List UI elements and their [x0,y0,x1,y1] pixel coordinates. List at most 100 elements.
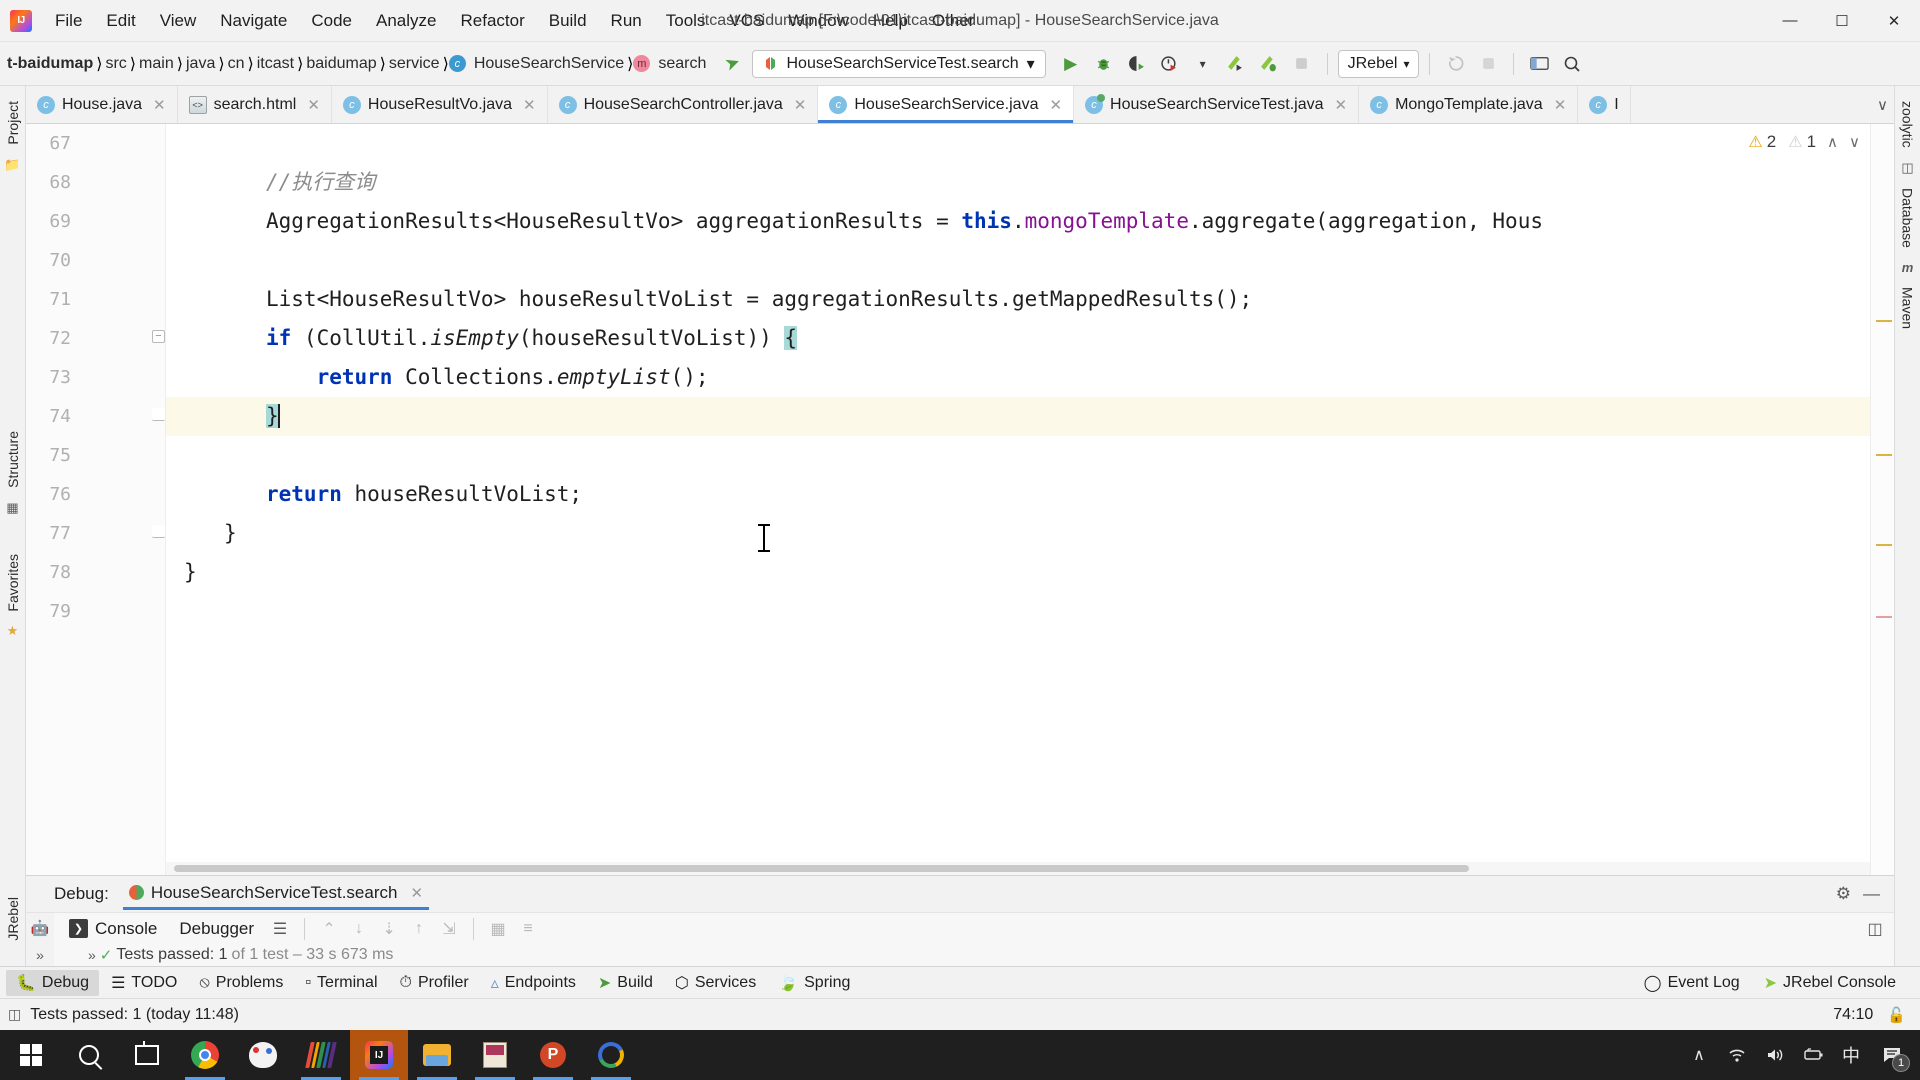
stop-button[interactable] [1287,49,1317,79]
close-tab-icon[interactable]: ✕ [1049,96,1062,114]
taskbar-notes-app[interactable] [466,1030,524,1080]
breadcrumb-project[interactable]: t-baidumap [4,53,96,75]
code-line-70[interactable] [166,241,1894,280]
taskbar-search-button[interactable] [60,1030,118,1080]
editor-tab-mongotemplate-java[interactable]: c MongoTemplate.java ✕ [1359,86,1579,123]
maximize-button[interactable]: ☐ [1816,0,1868,42]
breadcrumb-main[interactable]: main [136,53,177,75]
code-text-area[interactable]: //执行查询 AggregationResults<HouseResultVo>… [166,124,1894,875]
caret-position-indicator[interactable]: 74:10 [1833,1006,1873,1024]
editor-tab-houseresultvo-java[interactable]: c HouseResultVo.java ✕ [332,86,548,123]
gear-icon[interactable]: ⚙ [1836,884,1851,904]
menu-code[interactable]: Code [300,8,363,34]
expand-results-icon[interactable]: » [88,947,96,963]
search-everywhere-button[interactable] [1557,49,1587,79]
profile-dropdown-button[interactable]: ▾ [1188,49,1218,79]
close-button[interactable]: ✕ [1868,0,1920,42]
code-line-74[interactable]: } [166,397,1894,436]
taskbar-paint[interactable] [234,1030,292,1080]
volume-button[interactable] [1756,1030,1794,1080]
tool-button-problems[interactable]: ⦸ Problems [189,971,293,995]
menu-navigate[interactable]: Navigate [209,8,298,34]
breadcrumb-cn[interactable]: cn [225,53,248,75]
menu-build[interactable]: Build [538,8,598,34]
horizontal-scrollbar[interactable] [166,862,1870,875]
horizontal-scrollbar-thumb[interactable] [174,865,1469,872]
editor-gutter[interactable]: 67 68 69 70 71 72 − 73 74💡 75 76 77 78 79 [26,124,202,875]
sidebar-item-jrebel[interactable]: JRebel [3,890,23,948]
code-line-79[interactable] [166,592,1894,631]
profile-button[interactable] [1155,49,1185,79]
expand-icon[interactable]: » [36,947,44,963]
menu-refactor[interactable]: Refactor [449,8,535,34]
menu-run[interactable]: Run [600,8,653,34]
ime-language-button[interactable]: 中 [1832,1030,1870,1080]
debug-session-tab[interactable]: HouseSearchServiceTest.search ✕ [122,883,430,910]
debug-tab-debugger[interactable]: Debugger [170,917,263,941]
build-project-icon[interactable]: ➤ [722,51,743,76]
sidebar-item-zoolytic[interactable]: zoolytic [1898,94,1918,155]
breadcrumb-service[interactable]: service [386,53,443,75]
next-problem-icon[interactable]: ∨ [1849,133,1860,151]
code-line-69[interactable]: AggregationResults<HouseResultVo> aggreg… [166,202,1894,241]
tool-button-build[interactable]: ➤ Build [588,970,663,996]
tool-button-todo[interactable]: ☰ TODO [101,970,187,996]
start-button[interactable] [2,1030,60,1080]
breadcrumb-src[interactable]: src [102,53,129,75]
debug-bug-icon[interactable]: 🤖 [31,919,50,937]
notifications-button[interactable]: 1 [1870,1030,1914,1080]
project-files-icon[interactable]: 📁 [4,157,20,173]
step-into-icon[interactable]: ↓ [346,916,372,942]
tool-button-terminal[interactable]: ▫ Terminal [295,971,387,995]
close-tab-icon[interactable]: ✕ [794,96,807,114]
task-view-button[interactable] [118,1030,176,1080]
sidebar-item-project[interactable]: Project [3,94,23,152]
breadcrumb-java[interactable]: java [183,53,218,75]
battery-button[interactable] [1794,1030,1832,1080]
menu-vcs[interactable]: VCS [718,8,775,34]
tool-button-profiler[interactable]: ⏱ Profiler [390,971,479,995]
run-configuration-selector[interactable]: HouseSearchServiceTest.search ▾ [752,49,1046,78]
settings-sliders-icon[interactable]: ≡ [515,916,541,942]
update-project-button[interactable] [1440,49,1470,79]
debug-button[interactable] [1089,49,1119,79]
close-tab-icon[interactable]: ✕ [1554,96,1567,114]
tab-list-chevron-down-icon[interactable]: ∨ [1877,96,1888,114]
editor-tab-housesearchservicetest-java[interactable]: c HouseSearchServiceTest.java ✕ [1074,86,1360,123]
structure-icon[interactable]: ▦ [6,500,18,516]
menu-tools[interactable]: Tools [655,8,717,34]
jrebel-debug-button[interactable] [1254,49,1284,79]
show-hidden-icons-button[interactable]: ∧ [1680,1030,1718,1080]
close-tab-icon[interactable]: ✕ [1334,96,1347,114]
breadcrumb-baidumap[interactable]: baidumap [303,53,379,75]
tool-button-event-log[interactable]: ◯ Event Log [1634,970,1750,996]
breadcrumb-itcast[interactable]: itcast [254,53,297,75]
taskbar-chrome[interactable] [176,1030,234,1080]
editor-tab-search-html[interactable]: <> search.html ✕ [178,86,332,123]
sidebar-item-favorites[interactable]: Favorites [3,547,23,619]
favorites-star-icon[interactable]: ★ [7,623,19,639]
menu-help[interactable]: Help [862,8,919,34]
tool-button-debug[interactable]: 🐛 Debug [6,969,100,996]
tool-button-jrebel-console[interactable]: ➤ JRebel Console [1754,970,1906,996]
tool-button-services[interactable]: ⬡ Services [665,970,766,996]
code-fold-end-icon[interactable] [152,525,165,538]
taskbar-file-explorer[interactable] [408,1030,466,1080]
close-session-icon[interactable]: ✕ [410,884,423,902]
sidebar-item-database[interactable]: Database [1898,181,1918,255]
window-layout-button[interactable] [1524,49,1554,79]
jrebel-selector[interactable]: JRebel ▾ [1337,49,1420,78]
taskbar-stripes-app[interactable] [292,1030,350,1080]
database-icon[interactable]: ◫ [1901,160,1913,176]
status-message[interactable]: Tests passed: 1 (today 11:48) [30,1006,239,1024]
jrebel-run-button[interactable] [1221,49,1251,79]
breadcrumb-class[interactable]: c HouseSearchService [448,53,627,75]
commit-button[interactable] [1473,49,1503,79]
hide-window-icon[interactable]: — [1863,884,1880,904]
sidebar-item-structure[interactable]: Structure [3,424,23,495]
inspection-widget[interactable]: ⚠ 2 ⚠ 1 ∧ ∨ [1748,132,1860,152]
close-tab-icon[interactable]: ✕ [153,96,166,114]
wifi-button[interactable] [1718,1030,1756,1080]
menu-file[interactable]: File [44,8,93,34]
step-out-icon[interactable]: ⌃ [316,916,342,942]
